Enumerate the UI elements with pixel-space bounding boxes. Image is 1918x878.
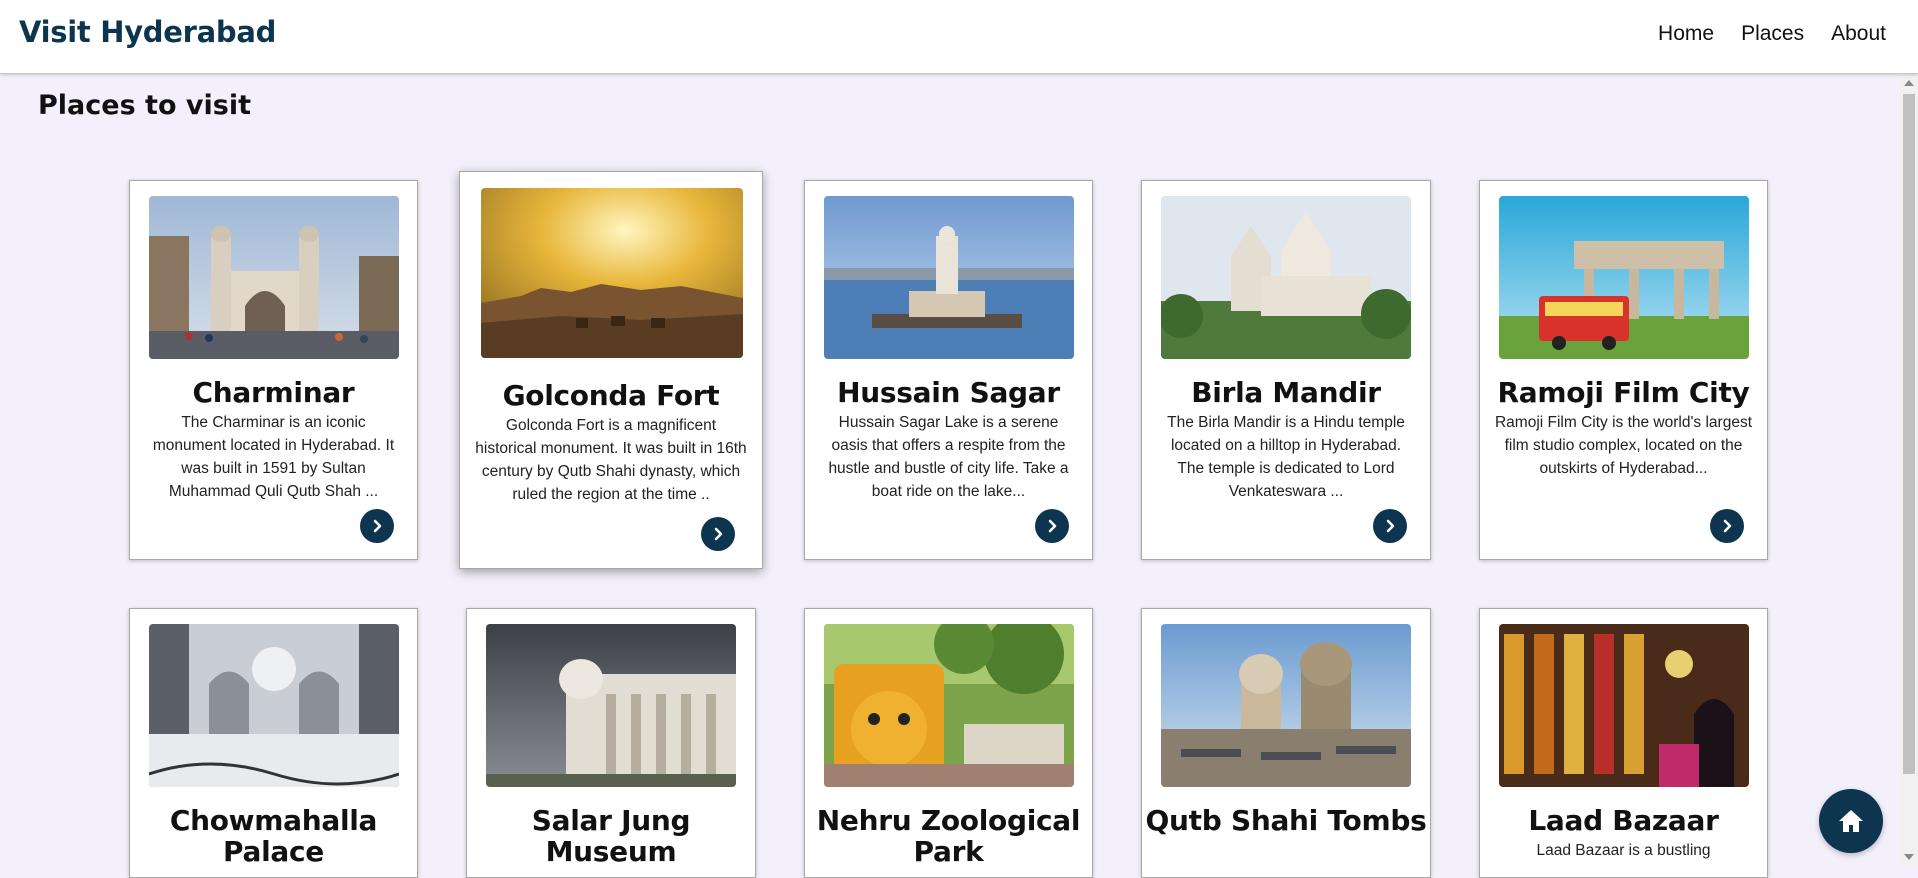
chevron-right-icon — [1048, 519, 1057, 533]
nehru-zoological-park-image — [824, 624, 1074, 787]
card-description: Ramoji Film City is the world's largest … — [1494, 414, 1753, 477]
place-card-salar-jung-museum[interactable]: Salar Jung Museum — [466, 608, 756, 878]
place-card-qutb-shahi-tombs[interactable]: Qutb Shahi Tombs — [1141, 608, 1431, 878]
place-card-hussain-sagar[interactable]: Hussain Sagar Hussain Sagar Lake is a se… — [804, 180, 1093, 560]
place-card-chowmahalla-palace[interactable]: Chowmahalla Palace — [129, 608, 418, 878]
scroll-up-icon[interactable] — [1904, 80, 1914, 86]
card-title: Laad Bazaar — [1528, 804, 1719, 837]
card-open-button[interactable] — [1710, 509, 1744, 543]
card-open-button[interactable] — [701, 517, 735, 551]
place-card-ramoji-film-city[interactable]: Ramoji Film City Ramoji Film City is the… — [1479, 180, 1768, 560]
nav-links: Home Places About — [1658, 22, 1886, 46]
card-title: Charminar — [192, 376, 355, 409]
home-icon — [1839, 810, 1863, 832]
nav-link-places[interactable]: Places — [1741, 22, 1804, 46]
page-scrollbar[interactable] — [1900, 74, 1918, 866]
golconda-fort-image — [481, 188, 743, 358]
chevron-right-icon — [714, 527, 723, 541]
place-card-birla-mandir[interactable]: Birla Mandir The Birla Mandir is a Hindu… — [1141, 180, 1431, 560]
scrollbar-thumb[interactable] — [1903, 94, 1915, 774]
chevron-right-icon — [373, 519, 382, 533]
page-title: Places to visit — [38, 90, 251, 121]
nav-link-about[interactable]: About — [1831, 22, 1886, 46]
card-title: Hussain Sagar — [837, 376, 1060, 409]
chowmahalla-palace-image — [149, 624, 399, 787]
place-card-golconda-fort[interactable]: Golconda Fort Golconda Fort is a magnifi… — [459, 171, 763, 569]
salar-jung-museum-image — [486, 624, 736, 787]
card-title: Qutb Shahi Tombs — [1145, 804, 1427, 837]
navbar: Visit Hyderabad Home Places About — [0, 0, 1918, 74]
qutb-shahi-tombs-image — [1161, 624, 1411, 787]
card-open-button[interactable] — [1373, 509, 1407, 543]
card-title: Golconda Fort — [502, 379, 720, 412]
home-button[interactable] — [1819, 789, 1883, 853]
ramoji-film-city-image — [1499, 196, 1749, 359]
card-open-button[interactable] — [1035, 509, 1069, 543]
card-title: Salar Jung Museum — [531, 804, 691, 868]
card-description: Hussain Sagar Lake is a serene oasis tha… — [828, 414, 1069, 500]
laad-bazaar-image — [1499, 624, 1749, 787]
hussain-sagar-image — [824, 196, 1074, 359]
card-description: The Charminar is an iconic monument loca… — [152, 414, 395, 500]
chevron-right-icon — [1723, 519, 1732, 533]
nav-link-home[interactable]: Home — [1658, 22, 1714, 46]
card-description: Laad Bazaar is a bustling — [1536, 842, 1711, 859]
chevron-right-icon — [1386, 519, 1395, 533]
card-description: The Birla Mandir is a Hindu temple locat… — [1167, 414, 1405, 500]
card-description: Golconda Fort is a magnificent historica… — [475, 417, 747, 503]
card-title: Birla Mandir — [1191, 376, 1381, 409]
place-card-laad-bazaar[interactable]: Laad Bazaar Laad Bazaar is a bustling — [1479, 608, 1768, 878]
birla-mandir-image — [1161, 196, 1411, 359]
place-card-charminar[interactable]: Charminar The Charminar is an iconic mon… — [129, 180, 418, 560]
card-title: Nehru Zoological Park — [816, 804, 1081, 868]
card-open-button[interactable] — [360, 509, 394, 543]
place-card-nehru-zoological-park[interactable]: Nehru Zoological Park — [804, 608, 1093, 878]
card-title: Chowmahalla Palace — [169, 804, 378, 868]
charminar-image — [149, 196, 399, 359]
card-title: Ramoji Film City — [1497, 376, 1750, 409]
site-brand[interactable]: Visit Hyderabad — [19, 15, 276, 49]
scroll-down-icon[interactable] — [1904, 854, 1914, 860]
